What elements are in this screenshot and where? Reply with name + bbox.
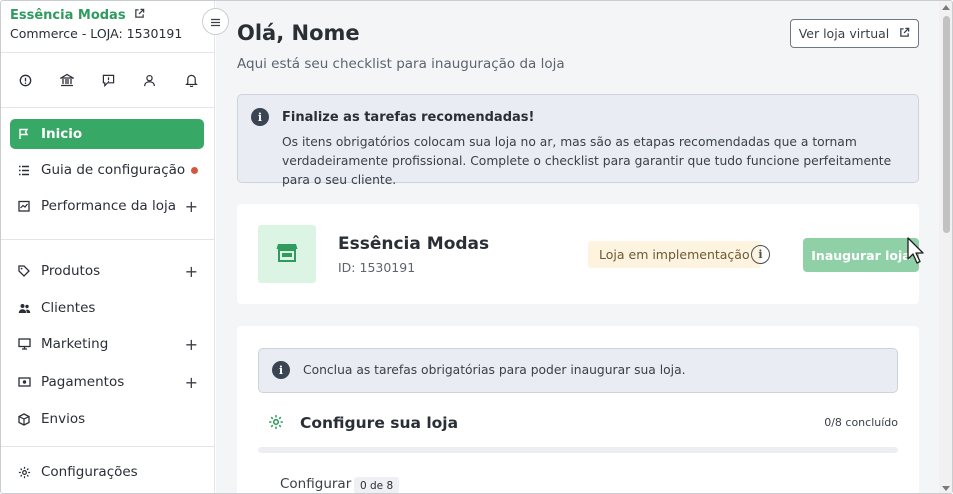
gear-icon xyxy=(16,466,32,479)
info-icon: i xyxy=(272,361,290,379)
view-store-button[interactable]: Ver loja virtual xyxy=(790,19,919,48)
sidebar: Essência Modas Commerce - LOJA: 1530191 xyxy=(1,1,215,493)
page-title: Olá, Nome xyxy=(237,21,360,45)
inaugurate-store-button[interactable]: Inaugurar loja xyxy=(803,238,919,272)
store-name: Essência Modas xyxy=(10,8,126,23)
section-count-badge: 0 de 8 xyxy=(354,477,400,493)
sidebar-item-label: Clientes xyxy=(41,300,96,316)
sidebar-toggle-button[interactable] xyxy=(202,8,229,35)
quick-icons xyxy=(15,71,201,89)
sidebar-item-label: Guia de configuração xyxy=(41,162,186,178)
store-card: Essência Modas ID: 1530191 Loja em imple… xyxy=(237,204,919,304)
divider xyxy=(1,52,215,53)
divider xyxy=(1,107,215,108)
sidebar-item-marketing[interactable]: Marketing + xyxy=(10,329,204,359)
mouse-cursor-icon xyxy=(907,237,925,269)
divider xyxy=(1,239,215,240)
app-window: Essência Modas Commerce - LOJA: 1530191 xyxy=(0,0,953,494)
notification-dot xyxy=(191,166,198,174)
bank-icon[interactable] xyxy=(57,71,77,89)
sidebar-item-guia[interactable]: Guia de configuração xyxy=(10,155,204,185)
status-badge: Loja em implementação xyxy=(588,241,761,268)
store-subtitle: Commerce - LOJA: 1530191 xyxy=(10,26,183,41)
scroll-down-icon[interactable] xyxy=(942,486,950,491)
expand-icon[interactable]: + xyxy=(185,373,198,392)
sidebar-item-performance[interactable]: Performance da loja + xyxy=(10,191,204,221)
sidebar-item-clientes[interactable]: Clientes xyxy=(10,293,204,323)
user-icon[interactable] xyxy=(140,71,160,89)
store-icon xyxy=(276,242,298,266)
store-id: ID: 1530191 xyxy=(338,260,416,275)
menu-icon xyxy=(210,12,221,31)
checklist-count: 0/8 concluído xyxy=(824,416,898,429)
store-title: Essência Modas xyxy=(338,234,490,254)
external-link-icon[interactable] xyxy=(134,8,145,23)
sidebar-item-inicio[interactable]: Inicio xyxy=(10,119,204,149)
sidebar-item-label: Marketing xyxy=(41,336,109,352)
gear-icon xyxy=(268,414,284,434)
sidebar-item-label: Produtos xyxy=(41,263,101,279)
mandatory-tasks-notice: i Conclua as tarefas obrigatórias para p… xyxy=(258,348,898,393)
info-icon: i xyxy=(251,108,269,126)
flag-icon xyxy=(16,128,32,140)
main-content: Olá, Nome Aqui está seu checklist para i… xyxy=(216,1,939,493)
expand-icon[interactable]: + xyxy=(185,197,198,216)
sidebar-item-produtos[interactable]: Produtos + xyxy=(10,256,204,286)
scroll-thumb[interactable] xyxy=(943,16,950,233)
list-icon xyxy=(16,165,32,176)
external-link-icon xyxy=(899,26,910,41)
sidebar-item-pagamentos[interactable]: Pagamentos + xyxy=(10,367,204,397)
alert-title: Finalize as tarefas recomendadas! xyxy=(282,110,535,125)
bell-icon[interactable] xyxy=(181,71,201,89)
alert-text: Os itens obrigatórios colocam sua loja n… xyxy=(282,135,892,187)
expand-icon[interactable]: + xyxy=(185,335,198,354)
page-subtitle: Aqui está seu checklist para inauguração… xyxy=(237,56,565,72)
checklist-progress-bar xyxy=(258,447,898,453)
store-thumbnail xyxy=(258,225,316,283)
expand-icon[interactable]: + xyxy=(185,262,198,281)
sidebar-item-label: Envios xyxy=(41,411,86,427)
sidebar-item-label: Performance da loja xyxy=(41,198,177,214)
users-icon xyxy=(16,303,32,314)
recommended-tasks-alert: i Finalize as tarefas recomendadas! Os i… xyxy=(237,94,919,187)
store-header: Essência Modas Commerce - LOJA: 1530191 xyxy=(10,8,182,41)
sidebar-item-envios[interactable]: Envios xyxy=(10,404,204,434)
divider xyxy=(1,446,215,447)
info-icon[interactable]: i xyxy=(751,245,770,264)
checklist-card: i Conclua as tarefas obrigatórias para p… xyxy=(237,326,919,493)
checklist-title: Configure sua loja xyxy=(300,414,459,432)
sidebar-item-label: Configurações xyxy=(41,464,138,480)
chart-icon xyxy=(16,200,32,212)
view-store-label: Ver loja virtual xyxy=(798,26,890,41)
section-label[interactable]: Configurar xyxy=(280,476,351,492)
scroll-up-icon[interactable] xyxy=(942,5,950,10)
chat-icon[interactable] xyxy=(98,71,118,89)
monitor-icon xyxy=(16,338,32,350)
store-name-link[interactable]: Essência Modas xyxy=(10,8,182,23)
notice-text: Conclua as tarefas obrigatórias para pod… xyxy=(303,363,686,377)
sidebar-item-label: Inicio xyxy=(41,126,83,142)
sidebar-item-label: Pagamentos xyxy=(41,374,125,390)
scrollbar[interactable] xyxy=(939,1,952,493)
box-icon xyxy=(16,412,32,426)
sidebar-item-configuracoes[interactable]: Configurações xyxy=(10,457,204,487)
money-icon xyxy=(16,377,32,387)
info-icon[interactable] xyxy=(15,71,35,89)
tag-icon xyxy=(16,265,32,277)
